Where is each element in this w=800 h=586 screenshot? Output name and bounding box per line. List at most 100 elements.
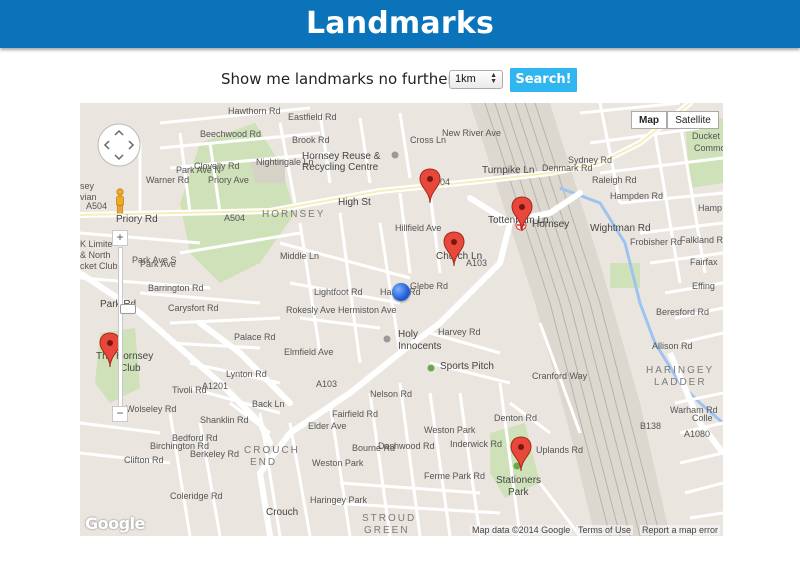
landmark-marker[interactable] xyxy=(511,196,533,232)
street-label: Frobisher Rd xyxy=(630,237,683,247)
street-label: Middle Ln xyxy=(280,251,320,261)
area-label: LADDER xyxy=(654,377,707,388)
street-label: Beechwood Rd xyxy=(200,129,262,139)
street-label: Wightman Rd xyxy=(590,223,651,234)
street-label: Hampden Rd xyxy=(610,191,664,201)
road-number-label: A504 xyxy=(86,201,108,211)
google-logo[interactable]: Google xyxy=(85,514,145,533)
street-label: Carysfort Rd xyxy=(168,303,219,313)
app-header: Landmarks xyxy=(0,0,800,48)
poi-label: Hornsey Reuse & xyxy=(302,151,381,162)
street-label: Palace Rd xyxy=(234,332,276,342)
road-number-label: A1080 xyxy=(684,429,711,439)
area-label: HARINGEY xyxy=(646,365,715,376)
street-label: Priory Ave xyxy=(208,175,249,185)
poi-label: sey xyxy=(80,181,95,191)
street-label: Inderwick Rd xyxy=(450,439,503,449)
poi-label: K Limite xyxy=(80,239,113,249)
map-type-map-button[interactable]: Map xyxy=(631,111,667,129)
map-data-attribution: Map data ©2014 Google xyxy=(470,525,573,535)
road-number-label: A103 xyxy=(316,379,338,389)
street-label: Elder Ave xyxy=(308,421,347,431)
street-label: Fairfax xyxy=(690,257,718,267)
map-canvas[interactable]: Hawthorn Rd Eastfield Rd Beechwood Rd Br… xyxy=(80,103,723,536)
area-label: CROUCH xyxy=(244,445,300,456)
street-label: Shanklin Rd xyxy=(200,415,249,425)
report-map-error-link[interactable]: Report a map error xyxy=(640,525,721,535)
poi-label: Club xyxy=(120,363,141,374)
current-location-dot xyxy=(392,283,410,301)
street-label: Nelson Rd xyxy=(370,389,413,399)
street-label: Eastfield Rd xyxy=(288,112,337,122)
street-label: Back Ln xyxy=(252,399,285,409)
sports-pitch-poi-icon xyxy=(427,364,435,372)
poi-label: Commo xyxy=(694,143,723,153)
street-label: Fairfield Rd xyxy=(332,409,379,419)
park-area xyxy=(180,123,295,283)
station-label: Hornsey xyxy=(532,219,570,230)
street-label: Dashwood Rd xyxy=(378,441,435,451)
landmark-marker[interactable] xyxy=(443,231,465,267)
landmark-marker[interactable] xyxy=(510,436,532,472)
poi-label: Park xyxy=(508,487,529,498)
area-label: STROUD xyxy=(362,513,417,524)
zoom-in-button[interactable]: + xyxy=(112,230,128,246)
search-controls: Show me landmarks no further than: 1km ▲… xyxy=(0,67,800,93)
poi-label: cket Club xyxy=(80,261,118,271)
street-view-pegman-icon[interactable] xyxy=(114,188,126,214)
landmark-marker[interactable] xyxy=(419,168,441,204)
area-label: HORNSEY xyxy=(262,209,326,220)
pan-control[interactable] xyxy=(97,123,141,167)
street-label: Park Ave xyxy=(140,259,176,269)
street-label: Rokesly Ave xyxy=(286,305,336,315)
street-label: Cross Ln xyxy=(410,135,447,145)
poi-label: & North xyxy=(80,250,111,260)
street-label: Denmark Rd xyxy=(542,163,593,173)
street-label: Lightfoot Rd xyxy=(314,287,363,297)
street-label: Glebe Rd xyxy=(410,281,449,291)
area-label: GREEN xyxy=(364,525,410,536)
area-label: END xyxy=(250,457,278,468)
street-label: Park Ave N xyxy=(176,165,221,175)
street-label: Hermiston Ave xyxy=(338,305,397,315)
street-label: Hamp xyxy=(698,203,723,213)
road-number-label: A504 xyxy=(224,213,246,223)
street-label: Weston Park xyxy=(424,425,476,435)
street-label: Berkeley Rd xyxy=(190,449,240,459)
search-button[interactable]: Search! xyxy=(510,68,577,92)
zoom-slider-track[interactable] xyxy=(118,247,136,409)
street-label: Barrington Rd xyxy=(148,283,204,293)
street-label: Priory Rd xyxy=(116,214,158,225)
street-label: High St xyxy=(338,197,371,208)
street-label: Clifton Rd xyxy=(124,455,164,465)
street-label: Coleridge Rd xyxy=(170,491,223,501)
street-label: Lynton Rd xyxy=(226,369,267,379)
street-label: Denton Rd xyxy=(494,413,538,423)
map-type-satellite-button[interactable]: Satellite xyxy=(667,111,719,129)
street-label: Beresford Rd xyxy=(656,307,710,317)
poi-label: Stationers xyxy=(496,475,542,486)
road-number-label: A103 xyxy=(466,258,488,268)
zoom-out-button[interactable]: − xyxy=(112,406,128,422)
recycling-poi-icon xyxy=(391,151,399,159)
church-poi-icon xyxy=(383,335,391,343)
street-label: Allison Rd xyxy=(652,341,693,351)
street-label: Harvey Rd xyxy=(438,327,481,337)
street-label: Colle xyxy=(692,413,713,423)
street-label: Effing xyxy=(692,281,715,291)
street-label: Ferme Park Rd xyxy=(424,471,486,481)
distance-select[interactable]: 1km ▲ ▼ xyxy=(449,70,503,89)
terms-of-use-link[interactable]: Terms of Use xyxy=(576,525,634,535)
street-label: New River Ave xyxy=(442,128,501,138)
street-label: Hillfield Ave xyxy=(395,223,442,233)
zoom-slider-thumb[interactable] xyxy=(120,304,136,314)
select-arrows-icon: ▲ ▼ xyxy=(490,72,497,85)
street-label: Raleigh Rd xyxy=(592,175,637,185)
street-label: Elmfield Ave xyxy=(284,347,334,357)
street-label: Nightingale Ln xyxy=(256,157,314,167)
street-label: Uplands Rd xyxy=(536,445,584,455)
street-label: Wolseley Rd xyxy=(126,404,177,414)
street-label: Tivoli Rd xyxy=(172,385,207,395)
distance-select-value: 1km xyxy=(455,73,476,85)
street-label: Cranford Way xyxy=(532,371,588,381)
